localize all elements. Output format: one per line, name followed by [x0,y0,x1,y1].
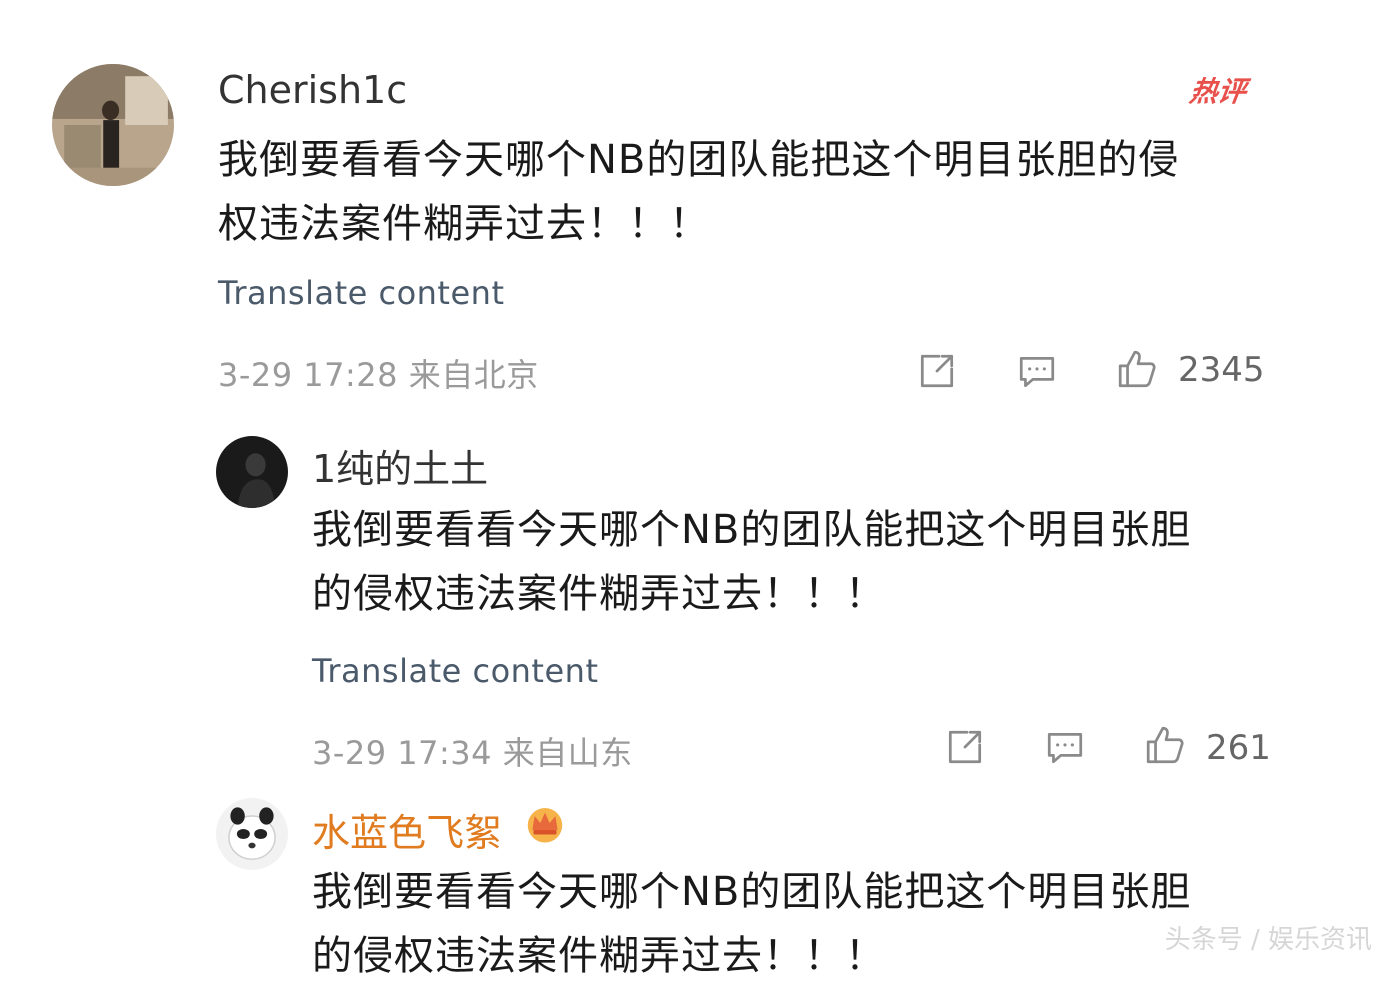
username[interactable]: Cherish1c [218,68,407,112]
comment-text: 我倒要看看今天哪个NB的团队能把这个明目张胆 的侵权违法案件糊弄过去！！！ [312,498,1191,626]
timestamp-location: 3-29 17:34 来自山东 [312,734,633,772]
avatar[interactable] [216,798,288,870]
avatar[interactable] [52,64,174,186]
comment-text-line: 我倒要看看今天哪个NB的团队能把这个明目张胆的侵 [218,137,1180,183]
share-icon[interactable] [916,350,958,392]
username[interactable]: 1纯的土土 [312,438,488,493]
comment-text: 我倒要看看今天哪个NB的团队能把这个明目张胆 的侵权违法案件糊弄过去！！！ [312,860,1191,988]
timestamp-location: 3-29 17:28 来自北京 [218,356,539,394]
comment-text-line: 权违法案件糊弄过去！！！ [218,201,710,247]
like-icon[interactable] [1144,724,1186,766]
like-icon[interactable] [1116,348,1158,390]
like-count: 261 [1206,728,1271,768]
crown-icon [522,800,568,846]
like-count: 2345 [1178,350,1265,390]
comment-text: 我倒要看看今天哪个NB的团队能把这个明目张胆的侵 权违法案件糊弄过去！！！ [218,128,1179,256]
avatar[interactable] [216,436,288,508]
translate-content-link[interactable]: Translate content [312,652,598,690]
translate-content-link[interactable]: Translate content [218,274,504,312]
comment-icon[interactable] [1044,726,1086,768]
comment-text-line: 我倒要看看今天哪个NB的团队能把这个明目张胆 [312,507,1192,553]
comment-text-line: 的侵权违法案件糊弄过去！！！ [312,571,886,617]
comment-icon[interactable] [1016,350,1058,392]
comment-text-line: 的侵权违法案件糊弄过去！！！ [312,933,886,979]
share-icon[interactable] [944,726,986,768]
hot-comment-badge: 热评 [1187,75,1249,108]
watermark: 头条号 / 娱乐资讯 [1164,925,1372,955]
comment-text-line: 我倒要看看今天哪个NB的团队能把这个明目张胆 [312,869,1192,915]
username[interactable]: 水蓝色飞絮 [312,802,502,857]
